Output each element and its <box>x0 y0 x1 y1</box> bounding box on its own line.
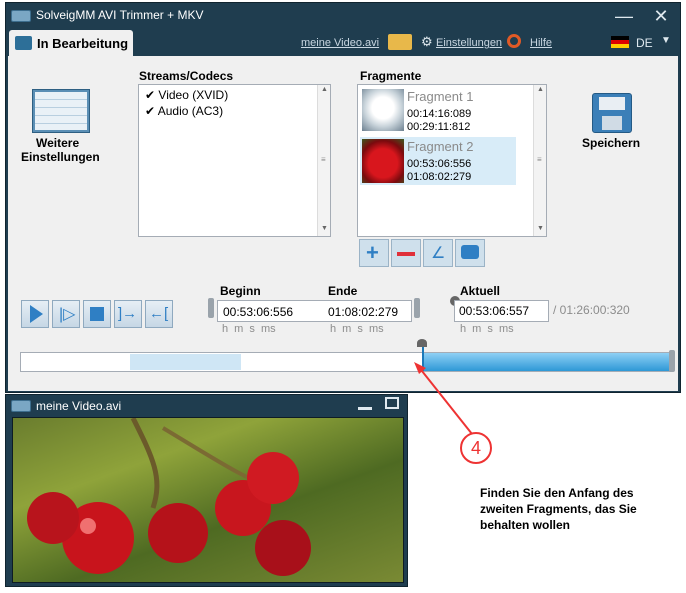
fragment-start: 00:14:16:089 <box>407 108 472 120</box>
floppy-disk-icon[interactable] <box>592 93 632 133</box>
stream-item[interactable]: ✔ Audio (AC3) <box>145 104 223 118</box>
annotation-step-badge: 4 <box>460 432 492 464</box>
video-window: meine Video.avi <box>5 394 408 587</box>
end-label: Ende <box>328 284 358 298</box>
timeline-slider[interactable] <box>20 339 675 372</box>
fragments-scrollbar[interactable]: ▲ ≡ ▼ <box>533 85 546 236</box>
tab-in-bearbeitung[interactable]: In Bearbeitung <box>9 30 133 56</box>
fragment-name: Fragment 1 <box>407 89 474 104</box>
language-label[interactable]: DE <box>636 36 653 50</box>
current-label: Aktuell <box>460 284 501 298</box>
stop-button[interactable] <box>83 300 111 328</box>
editor-panel: Weitere Einstellungen Streams/Codecs ✔ V… <box>8 56 678 391</box>
cherries-image <box>27 418 311 576</box>
settings-label-line2[interactable]: Einstellungen <box>21 150 100 164</box>
remove-fragment-button[interactable] <box>391 239 421 267</box>
current-time-input[interactable]: 00:53:06:557 <box>454 300 549 322</box>
stream-item[interactable]: ✔ Video (XVID) <box>145 88 228 102</box>
streams-header: Streams/Codecs <box>139 69 234 83</box>
stop-icon <box>90 307 104 321</box>
checkbox-checked-icon[interactable]: ✔ <box>145 104 155 118</box>
toolbar: In Bearbeitung meine Video.avi ⚙ Einstel… <box>6 29 680 56</box>
fragment-thumbnail <box>362 89 404 131</box>
add-fragment-button[interactable]: + <box>359 239 389 267</box>
timeline-fragment-1[interactable] <box>130 354 241 370</box>
minus-icon <box>397 252 415 256</box>
end-time-input[interactable]: 01:08:02:279 <box>328 305 398 319</box>
preview-fragment-button[interactable] <box>455 239 485 267</box>
begin-handle-icon[interactable] <box>208 298 214 318</box>
current-units-label: h m s ms <box>460 323 514 335</box>
begin-time-input[interactable]: 00:53:06:556 <box>223 305 293 319</box>
video-restore-button[interactable] <box>385 397 399 409</box>
play-button[interactable] <box>21 300 49 328</box>
fragment-end: 00:29:11:812 <box>407 121 471 133</box>
total-duration: / 01:26:00:320 <box>553 303 630 317</box>
video-preview[interactable] <box>12 417 404 583</box>
annotation-text: Finden Sie den Anfang des zweiten Fragme… <box>480 486 637 532</box>
fragment-thumbnail <box>362 139 404 183</box>
video-film-icon <box>11 400 31 412</box>
app-film-icon <box>11 10 31 22</box>
tab-label: In Bearbeitung <box>37 36 129 51</box>
set-end-button[interactable]: ←[ <box>145 300 173 328</box>
app-title: SolveigMM AVI Trimmer + MKV <box>36 8 204 22</box>
video-minimize-button[interactable] <box>358 407 372 410</box>
play-icon <box>30 305 43 323</box>
fragments-header: Fragmente <box>360 69 422 83</box>
fragment-start: 00:53:06:556 <box>407 158 472 170</box>
german-flag-icon <box>611 36 629 48</box>
play-fragment-button[interactable]: |▷ <box>52 300 80 328</box>
main-window: SolveigMM AVI Trimmer + MKV — ✕ In Bearb… <box>5 2 681 393</box>
settings-grid-icon[interactable] <box>32 89 90 133</box>
help-link[interactable]: Hilfe <box>530 37 552 49</box>
begin-end-fields[interactable]: 00:53:06:556 01:08:02:279 <box>217 300 412 322</box>
angle-icon: ∠ <box>431 245 446 262</box>
fragment-end: 01:08:02:279 <box>407 171 472 183</box>
edit-fragment-button[interactable]: ∠ <box>423 239 453 267</box>
end-handle-icon[interactable] <box>414 298 420 318</box>
cursor-handle-icon[interactable] <box>417 339 428 347</box>
close-button[interactable]: ✕ <box>646 5 676 27</box>
set-begin-button[interactable]: ]→ <box>114 300 142 328</box>
plus-icon: + <box>366 240 379 265</box>
stream-label: Audio (AC3) <box>157 104 224 118</box>
fragment-item[interactable]: Fragment 1 00:14:16:089 00:29:11:812 <box>360 87 530 135</box>
save-label[interactable]: Speichern <box>582 136 640 150</box>
annotation-arrow <box>414 362 473 435</box>
fragment-name: Fragment 2 <box>407 139 474 154</box>
end-units-label: h m s ms <box>330 323 384 335</box>
title-bar: SolveigMM AVI Trimmer + MKV — ✕ <box>6 3 680 29</box>
timeline-end-handle-icon[interactable] <box>669 350 675 372</box>
begin-label: Beginn <box>220 284 261 298</box>
gear-icon: ⚙ <box>421 34 433 49</box>
play-bracket-icon: |▷ <box>59 306 76 323</box>
mark-in-icon: ]→ <box>118 305 138 322</box>
video-window-title: meine Video.avi <box>36 399 122 413</box>
streams-scrollbar[interactable]: ▲ ≡ ▼ <box>317 85 330 236</box>
mark-out-icon: ←[ <box>149 305 169 322</box>
help-icon <box>507 34 521 48</box>
camera-icon <box>461 245 479 259</box>
file-link[interactable]: meine Video.avi <box>301 37 379 49</box>
begin-units-label: h m s ms <box>222 323 276 335</box>
stream-label: Video (XVID) <box>158 88 229 102</box>
settings-link[interactable]: Einstellungen <box>436 37 502 49</box>
language-dropdown-icon[interactable]: ▼ <box>661 35 671 46</box>
fragment-item-selected[interactable]: Fragment 2 00:53:06:556 01:08:02:279 <box>360 137 516 185</box>
fragments-list[interactable]: Fragment 1 00:14:16:089 00:29:11:812 Fra… <box>357 84 547 237</box>
clapper-icon <box>15 36 32 50</box>
folder-icon[interactable] <box>388 34 412 50</box>
minimize-button[interactable]: — <box>609 5 639 27</box>
settings-label-line1[interactable]: Weitere <box>36 136 79 150</box>
checkbox-checked-icon[interactable]: ✔ <box>145 88 155 102</box>
streams-list[interactable]: ✔ Video (XVID) ✔ Audio (AC3) ▲ ≡ ▼ <box>138 84 331 237</box>
